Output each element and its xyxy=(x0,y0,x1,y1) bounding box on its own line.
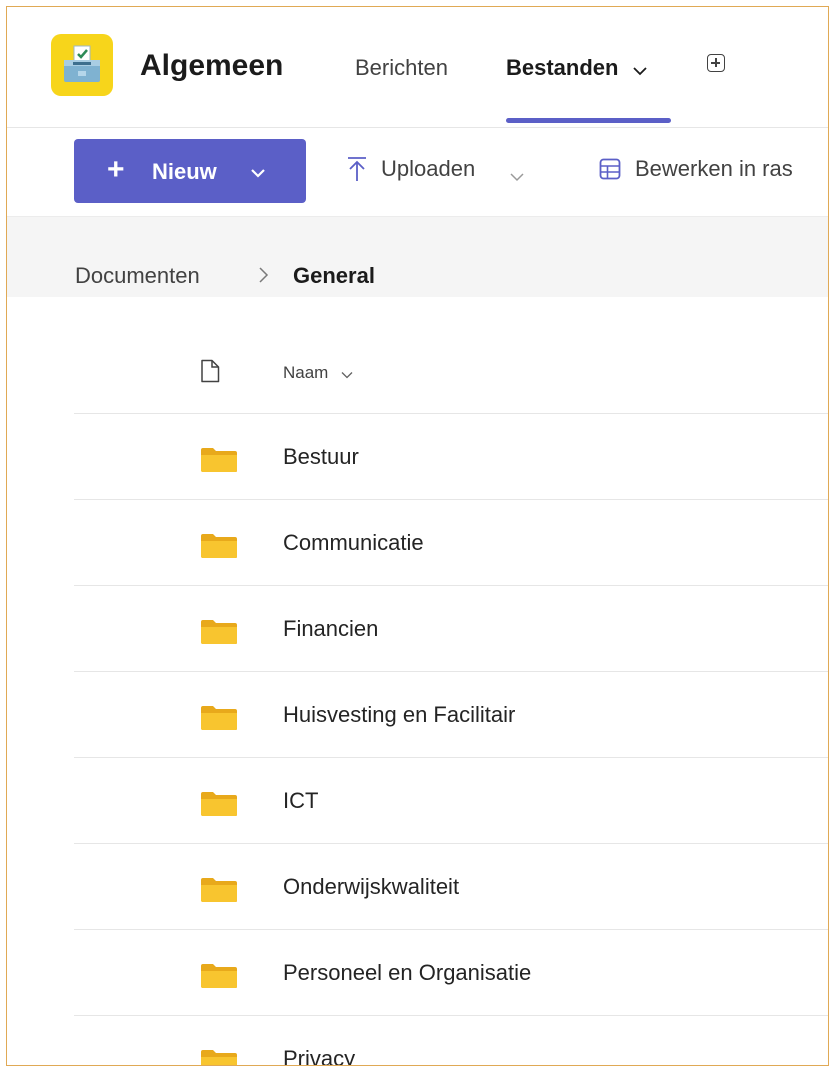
breadcrumb: Documenten General xyxy=(7,217,828,297)
list-item[interactable]: Financien xyxy=(74,586,828,672)
tab-files[interactable]: Bestanden xyxy=(506,55,647,82)
chevron-down-icon xyxy=(250,165,266,183)
tab-files-label: Bestanden xyxy=(506,55,619,80)
list-header: Naam xyxy=(74,297,828,414)
folder-name: Communicatie xyxy=(283,530,424,555)
folder-name: Privacy xyxy=(283,1046,356,1066)
team-avatar[interactable] xyxy=(51,34,113,96)
folder-name: Bestuur xyxy=(283,444,359,469)
plus-icon: + xyxy=(107,153,125,186)
folder-name: Personeel en Organisatie xyxy=(283,960,532,985)
file-type-icon xyxy=(200,359,220,388)
channel-header: Algemeen Berichten Bestanden xyxy=(7,7,828,128)
chevron-down-icon xyxy=(509,162,525,188)
list-item[interactable]: Privacy xyxy=(74,1016,828,1066)
chevron-right-icon xyxy=(257,264,269,290)
folder-icon xyxy=(200,619,238,650)
edit-in-grid-label: Bewerken in ras xyxy=(635,156,793,181)
folder-icon xyxy=(200,1049,238,1065)
folder-name: Onderwijskwaliteit xyxy=(283,874,460,899)
folder-icon xyxy=(200,705,238,736)
app-window: Algemeen Berichten Bestanden + Nieuw Upl… xyxy=(6,6,829,1066)
folder-icon xyxy=(200,877,238,908)
list-item[interactable]: Personeel en Organisatie xyxy=(74,930,828,1016)
breadcrumb-current: General xyxy=(293,263,375,288)
list-item[interactable]: Onderwijskwaliteit xyxy=(74,844,828,930)
add-tab-icon[interactable] xyxy=(707,54,725,72)
list-item[interactable]: Huisvesting en Facilitair xyxy=(74,672,828,758)
folder-icon xyxy=(200,963,238,994)
folder-icon xyxy=(200,533,238,564)
tab-messages[interactable]: Berichten xyxy=(355,55,448,81)
folder-icon xyxy=(200,791,238,822)
list-item[interactable]: Communicatie xyxy=(74,500,828,586)
list-item[interactable]: ICT xyxy=(74,758,828,844)
ballot-box-icon xyxy=(64,45,100,82)
upload-button-label: Uploaden xyxy=(381,156,476,181)
folder-icon xyxy=(200,447,238,478)
chevron-down-icon xyxy=(341,364,353,384)
breadcrumb-documents[interactable]: Documenten xyxy=(75,263,200,289)
new-button-label: Nieuw xyxy=(152,159,217,184)
folder-name: ICT xyxy=(283,788,319,813)
tab-messages-label: Berichten xyxy=(355,55,448,80)
folder-name: Huisvesting en Facilitair xyxy=(283,702,516,727)
folder-name: Financien xyxy=(283,616,379,641)
team-name: Algemeen xyxy=(140,49,284,82)
chevron-down-icon xyxy=(632,56,647,82)
column-header-name-label: Naam xyxy=(283,363,329,382)
grid-icon xyxy=(599,158,621,186)
command-bar: + Nieuw Uploaden Bewerken in ras xyxy=(7,128,828,217)
new-button[interactable]: + Nieuw xyxy=(74,139,306,203)
column-header-name[interactable]: Naam xyxy=(283,363,353,384)
upload-icon xyxy=(347,156,367,188)
active-tab-indicator xyxy=(506,118,671,123)
list-item[interactable]: Bestuur xyxy=(74,414,828,500)
